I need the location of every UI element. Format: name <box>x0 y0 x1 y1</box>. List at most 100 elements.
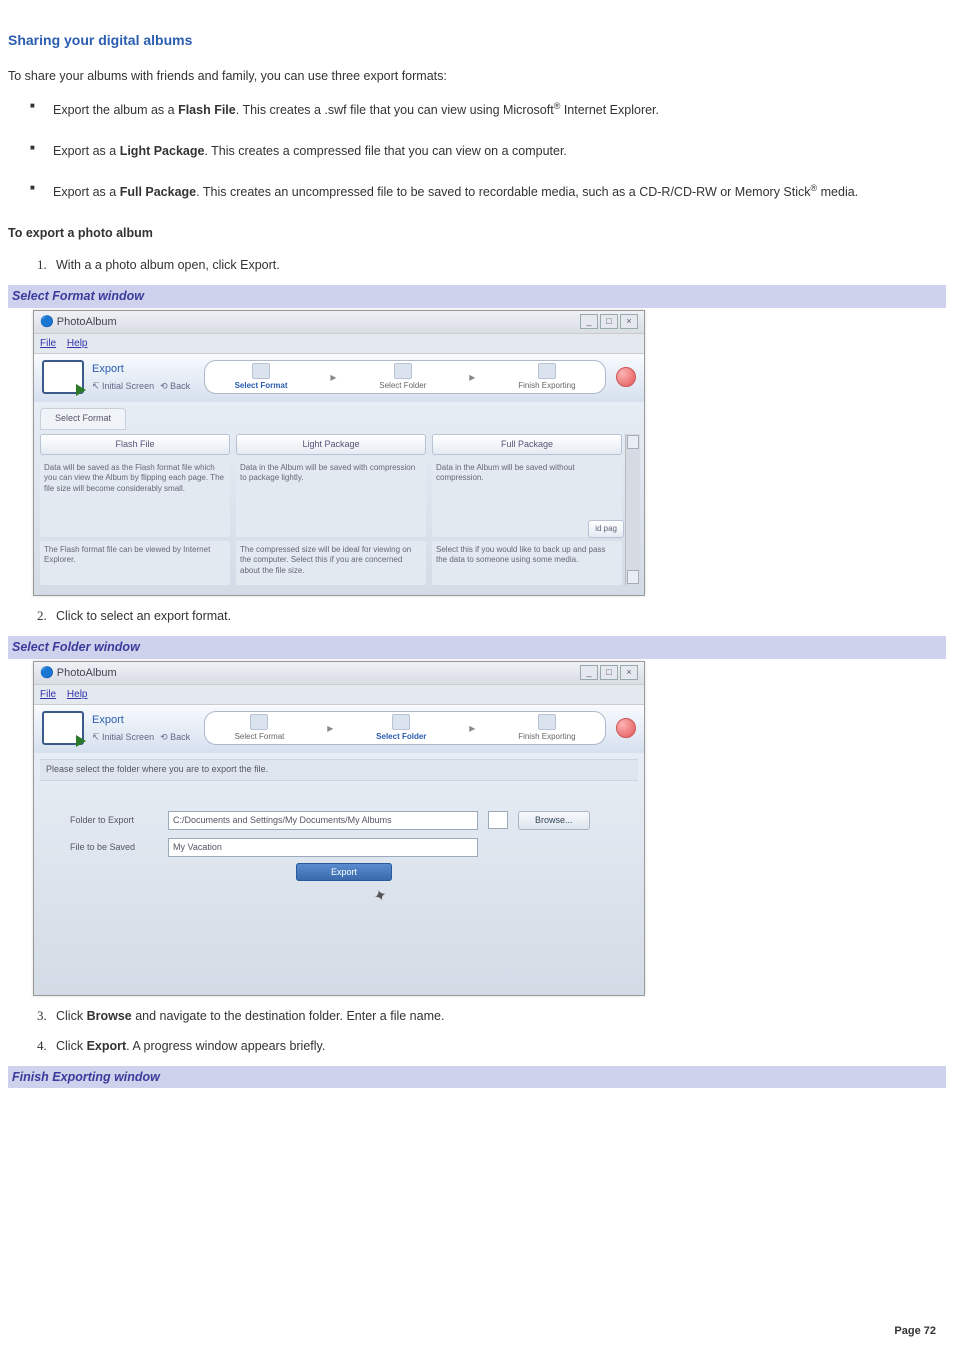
album-thumb-icon <box>42 360 84 394</box>
wizard-step-format[interactable]: Select Format <box>235 363 288 392</box>
window-titlebar: 🔵 PhotoAlbum _ □ × <box>34 662 644 686</box>
menu-help[interactable]: Help <box>67 689 88 700</box>
initial-screen-link[interactable]: ↸ Initial Screen <box>92 731 154 745</box>
window-title: 🔵 PhotoAlbum <box>40 665 117 682</box>
light-package-button[interactable]: Light Package <box>236 434 426 456</box>
folder-row: Folder to Export C:/Documents and Settin… <box>70 811 618 831</box>
screenshot-caption: Finish Exporting window <box>8 1066 946 1089</box>
full-package-note: Select this if you would like to back up… <box>432 541 622 585</box>
wizard-header: Export ↸ Initial Screen ⟲ Back Select Fo… <box>34 354 644 402</box>
maximize-icon[interactable]: □ <box>600 314 618 329</box>
side-tag: id pag <box>588 520 624 538</box>
step-text: Click to select an export format. <box>56 609 231 623</box>
text: . This creates a compressed file that yo… <box>204 144 566 158</box>
export-title: Export <box>92 712 190 729</box>
window-titlebar: 🔵 PhotoAlbum _ □ × <box>34 311 644 335</box>
flash-file-button[interactable]: Flash File <box>40 434 230 456</box>
file-row: File to be Saved My Vacation <box>70 838 618 857</box>
window-title: 🔵 PhotoAlbum <box>40 314 117 331</box>
scrollbar[interactable] <box>625 434 640 586</box>
flash-file-column: Flash File Data will be saved as the Fla… <box>40 434 230 586</box>
menu-help[interactable]: Help <box>67 338 88 349</box>
file-name-input[interactable]: My Vacation <box>168 838 478 857</box>
cancel-orb-icon[interactable] <box>616 367 636 387</box>
text: Export as a <box>53 186 120 200</box>
file-label: File to be Saved <box>70 841 158 855</box>
page-title: Sharing your digital albums <box>8 30 946 51</box>
list-item: Export the album as a Flash File. This c… <box>8 100 946 120</box>
steps-list: Click Browse and navigate to the destina… <box>8 1006 946 1056</box>
procedure-heading: To export a photo album <box>8 224 946 243</box>
light-package-column: Light Package Data in the Album will be … <box>236 434 426 586</box>
list-item: Export as a Light Package. This creates … <box>8 142 946 161</box>
menu-file[interactable]: File <box>40 689 56 700</box>
wizard-step-folder[interactable]: Select Folder <box>379 363 426 392</box>
screenshot-caption: Select Format window <box>8 285 946 308</box>
window-controls: _ □ × <box>580 665 638 680</box>
select-format-window: 🔵 PhotoAlbum _ □ × File Help Export ↸ In… <box>33 310 645 597</box>
bold: Browse <box>87 1009 132 1023</box>
steps-list: Click to select an export format. <box>8 606 946 626</box>
select-folder-window: 🔵 PhotoAlbum _ □ × File Help Export ↸ In… <box>33 661 645 997</box>
folder-picker-icon[interactable] <box>488 811 508 829</box>
full-package-button[interactable]: Full Package <box>432 434 622 456</box>
back-link[interactable]: ⟲ Back <box>160 731 190 745</box>
album-thumb-icon <box>42 711 84 745</box>
panel-tab: Select Format <box>40 408 126 430</box>
screenshot-caption: Select Folder window <box>8 636 946 659</box>
folder-icon <box>392 714 410 730</box>
maximize-icon[interactable]: □ <box>600 665 618 680</box>
text: Click <box>56 1009 87 1023</box>
steps-list: With a a photo album open, click Export. <box>8 255 946 275</box>
cancel-orb-icon[interactable] <box>616 718 636 738</box>
cursor-icon: ✦ <box>371 884 391 911</box>
flash-file-note: The Flash format file can be viewed by I… <box>40 541 230 585</box>
step-item: Click Export. A progress window appears … <box>50 1036 946 1056</box>
text: Export the album as a <box>53 103 178 117</box>
folder-icon <box>394 363 412 379</box>
text: . A progress window appears briefly. <box>126 1039 325 1053</box>
page-number: Page 72 <box>894 1323 936 1340</box>
browse-button[interactable]: Browse... <box>518 811 590 831</box>
step-text: With a a photo album open, click Export. <box>56 258 280 272</box>
minimize-icon[interactable]: _ <box>580 665 598 680</box>
minimize-icon[interactable]: _ <box>580 314 598 329</box>
bold: Flash File <box>178 103 236 117</box>
text: . This creates an uncompressed file to b… <box>196 186 810 200</box>
flash-file-desc: Data will be saved as the Flash format f… <box>40 459 230 537</box>
export-form: Folder to Export C:/Documents and Settin… <box>40 795 638 941</box>
step-item: With a a photo album open, click Export. <box>50 255 946 275</box>
folder-path-input[interactable]: C:/Documents and Settings/My Documents/M… <box>168 811 478 830</box>
close-icon[interactable]: × <box>620 665 638 680</box>
chevron-right-icon: ▸ <box>327 719 333 737</box>
chevron-right-icon: ▸ <box>469 368 475 386</box>
menu-bar: File Help <box>34 685 644 705</box>
export-format-list: Export the album as a Flash File. This c… <box>8 100 946 203</box>
list-item: Export as a Full Package. This creates a… <box>8 182 946 202</box>
wizard-info: Export ↸ Initial Screen ⟲ Back <box>92 361 190 393</box>
format-icon <box>250 714 268 730</box>
folder-label: Folder to Export <box>70 814 158 828</box>
wizard-step-format[interactable]: Select Format <box>235 714 285 743</box>
text: . This creates a .swf file that you can … <box>236 103 554 117</box>
step-item: Click Browse and navigate to the destina… <box>50 1006 946 1026</box>
wizard-steps: Select Format ▸ Select Folder ▸ Finish E… <box>204 360 606 394</box>
wizard-steps: Select Format ▸ Select Folder ▸ Finish E… <box>204 711 606 745</box>
text: Click <box>56 1039 87 1053</box>
close-icon[interactable]: × <box>620 314 638 329</box>
chevron-right-icon: ▸ <box>330 368 336 386</box>
text: media. <box>817 186 858 200</box>
menu-bar: File Help <box>34 334 644 354</box>
text: Export as a <box>53 144 120 158</box>
export-button[interactable]: Export <box>296 863 392 881</box>
bold: Full Package <box>120 186 196 200</box>
window-controls: _ □ × <box>580 314 638 329</box>
back-link[interactable]: ⟲ Back <box>160 380 190 394</box>
bold: Export <box>87 1039 127 1053</box>
wizard-step-folder[interactable]: Select Folder <box>376 714 426 743</box>
wizard-step-finish[interactable]: Finish Exporting <box>518 363 575 392</box>
wizard-step-finish[interactable]: Finish Exporting <box>518 714 575 743</box>
menu-file[interactable]: File <box>40 338 56 349</box>
initial-screen-link[interactable]: ↸ Initial Screen <box>92 380 154 394</box>
intro-text: To share your albums with friends and fa… <box>8 67 946 86</box>
